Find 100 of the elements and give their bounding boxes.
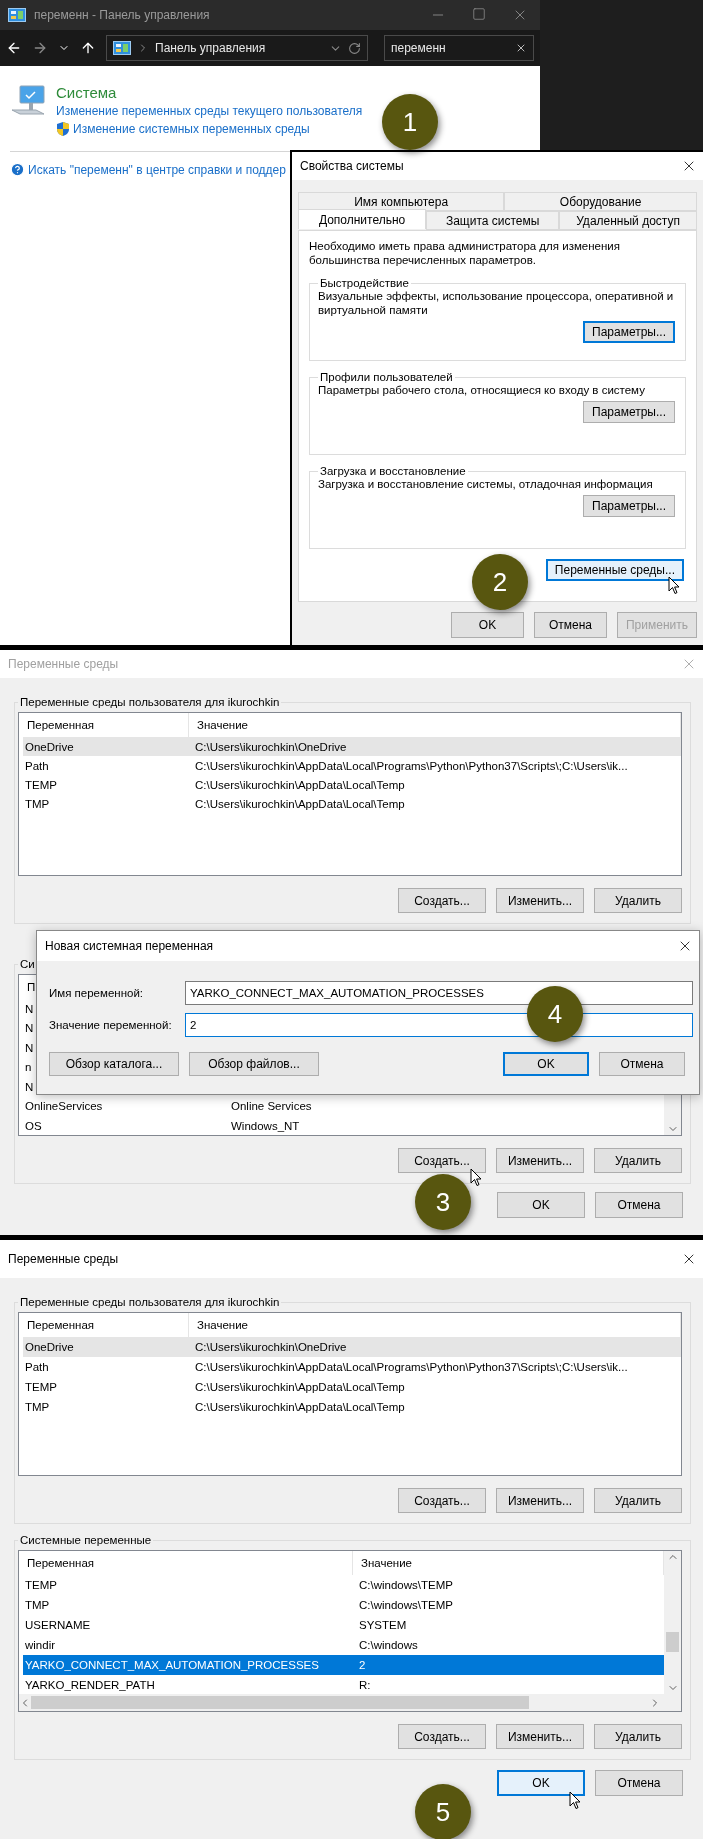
variable-name: TMP bbox=[24, 1401, 50, 1413]
dialog-button[interactable]: Параметры... bbox=[583, 401, 675, 423]
variable-name: OS bbox=[24, 1119, 42, 1132]
list-row[interactable]: TMP C:\Users\ikurochkin\AppData\Local\Temp bbox=[23, 794, 681, 813]
variable-value: C:\Users\ikurochkin\AppData\Local\Programs\Python\Python37\Scripts\;C:\Users\ik... bbox=[194, 1361, 628, 1373]
dialog-title: Новая системная переменная bbox=[45, 939, 214, 953]
refresh-icon[interactable] bbox=[348, 41, 361, 55]
group-title: Профили пользователей bbox=[319, 371, 454, 383]
list-row[interactable]: YARKO_CONNECT_MAX_AUTOMATION_PROCESSES 2 bbox=[23, 1655, 664, 1675]
address-bar[interactable]: Панель управления bbox=[106, 35, 368, 61]
variables-list[interactable] bbox=[18, 1312, 682, 1476]
variable-value: C:\Users\ikurochkin\AppData\Local\Programs\Python\Python37\Scripts\;C:\Users\ik... bbox=[194, 759, 628, 772]
variable-name: OnlineServices bbox=[24, 1100, 103, 1113]
list-row[interactable]: windir C:\windows bbox=[23, 1635, 664, 1655]
variable-value: Windows_NT bbox=[230, 1119, 300, 1132]
back-icon[interactable] bbox=[6, 40, 22, 56]
step-badge: 5 bbox=[415, 1784, 471, 1839]
dialog-button[interactable]: Обзор файлов... bbox=[189, 1052, 319, 1076]
dialog-button[interactable]: Удалить bbox=[594, 1724, 682, 1749]
result-title[interactable]: Система bbox=[56, 84, 363, 101]
scroll-thumb[interactable] bbox=[31, 1696, 529, 1709]
variable-value: Online Services bbox=[230, 1100, 312, 1113]
variable-name: OneDrive bbox=[24, 1341, 74, 1353]
dialog-button[interactable]: Создать... bbox=[398, 1724, 486, 1749]
dialog-button[interactable]: Переменные среды... bbox=[545, 559, 684, 581]
dialog-button[interactable]: OK bbox=[503, 1052, 589, 1076]
dialog-button[interactable]: Изменить... bbox=[496, 1488, 584, 1513]
variable-name: Path bbox=[24, 759, 49, 772]
list-row[interactable]: OS Windows_NT bbox=[23, 1116, 664, 1135]
group-title: Системные переменные bbox=[19, 1534, 153, 1546]
dialog-title: Свойства системы bbox=[300, 159, 404, 173]
variables-list[interactable] bbox=[18, 712, 682, 876]
variable-name: TMP bbox=[24, 797, 50, 810]
list-row[interactable]: USERNAME SYSTEM bbox=[23, 1615, 664, 1635]
clear-icon[interactable] bbox=[515, 42, 527, 54]
variable-name: TMP bbox=[24, 1599, 50, 1611]
dialog-button[interactable]: OK bbox=[451, 612, 524, 638]
dialog-button[interactable]: Отмена bbox=[595, 1192, 683, 1218]
tab[interactable]: Имя компьютера bbox=[298, 192, 505, 211]
dialog-button[interactable]: Параметры... bbox=[583, 321, 675, 343]
dialog-title: Переменные среды bbox=[8, 1252, 119, 1266]
variable-value: C:\Users\ikurochkin\AppData\Local\Temp bbox=[194, 778, 405, 791]
dialog-button[interactable]: Отмена bbox=[595, 1770, 683, 1796]
dialog-button[interactable]: OK bbox=[497, 1770, 585, 1796]
panel-icon bbox=[113, 41, 131, 55]
maximize-icon[interactable] bbox=[472, 7, 486, 21]
list-row[interactable]: TEMP C:\Users\ikurochkin\AppData\Local\Temp bbox=[23, 1377, 681, 1397]
variable-value: C:\Users\ikurochkin\AppData\Local\Temp bbox=[194, 797, 405, 810]
list-row[interactable]: TMP C:\Users\ikurochkin\AppData\Local\Temp bbox=[23, 1397, 681, 1417]
dialog-button[interactable]: Удалить bbox=[594, 1148, 682, 1173]
scroll-thumb[interactable] bbox=[666, 1632, 679, 1652]
dialog-button[interactable]: Удалить bbox=[594, 888, 682, 913]
list-row[interactable]: TMP C:\windows\TEMP bbox=[23, 1595, 664, 1615]
tab[interactable]: Удаленный доступ bbox=[559, 211, 697, 230]
variable-value: C:\Users\ikurochkin\OneDrive bbox=[194, 1341, 347, 1353]
variable-name: N bbox=[24, 1002, 34, 1015]
tab[interactable]: Дополнительно bbox=[298, 209, 427, 229]
dialog-button[interactable]: Создать... bbox=[398, 888, 486, 913]
variables-list[interactable]: Переменная Значение TEMP C:\windows\TEMP TMP C:\windows\TEMP USERNAME SYSTEM windir C:\windows YARKO_CONNECT_MAX_AUTOMATION_PROCESSES 2 YARKO_RENDER_PATH R: bbox=[18, 1550, 682, 1712]
tab[interactable]: Оборудование bbox=[504, 192, 697, 211]
dialog-button[interactable]: Обзор каталога... bbox=[49, 1052, 179, 1076]
dialog-button[interactable]: Удалить bbox=[594, 1488, 682, 1513]
horizontal-scrollbar[interactable] bbox=[19, 1694, 681, 1711]
list-row[interactable]: OneDrive C:\Users\ikurochkin\OneDrive bbox=[23, 1337, 681, 1357]
list-row[interactable]: Path C:\Users\ikurochkin\AppData\Local\Programs\Python\Python37\Scripts\;C:\Users\ik... bbox=[23, 756, 681, 775]
help-link[interactable]: Искать "переменн" в центре справки и поддер bbox=[28, 162, 286, 177]
list-row[interactable]: TEMP C:\windows\TEMP bbox=[23, 1575, 664, 1595]
dialog-button[interactable]: Создать... bbox=[398, 1148, 486, 1173]
list-row[interactable]: Path C:\Users\ikurochkin\AppData\Local\Programs\Python\Python37\Scripts\;C:\Users\ik... bbox=[23, 1357, 681, 1377]
search-field[interactable]: переменн bbox=[384, 35, 534, 61]
dialog-button[interactable]: Параметры... bbox=[583, 495, 675, 517]
variable-value: C:\windows bbox=[358, 1639, 418, 1651]
variable-name: TEMP bbox=[24, 1579, 57, 1591]
column-header[interactable]: Переменная bbox=[19, 1551, 353, 1575]
dialog-button[interactable]: Изменить... bbox=[496, 888, 584, 913]
admin-note: Необходимо иметь права администратора для изменения большинства перечисленных параметров. bbox=[309, 239, 621, 267]
dialog-button[interactable]: Отмена bbox=[599, 1052, 685, 1076]
dialog-button[interactable]: Изменить... bbox=[496, 1724, 584, 1749]
address-text: Панель управления bbox=[155, 41, 267, 55]
dialog-button[interactable]: Изменить... bbox=[496, 1148, 584, 1173]
forward-icon[interactable] bbox=[32, 40, 48, 56]
list-row[interactable]: YARKO_RENDER_PATH R: bbox=[23, 1675, 664, 1695]
settings-link[interactable]: Изменение переменных среды текущего пользователя bbox=[56, 104, 363, 118]
settings-link[interactable]: Изменение системных переменных среды bbox=[73, 122, 310, 136]
group-title: Переменные среды пользователя для ikurochkin bbox=[19, 1296, 281, 1308]
tab[interactable]: Защита системы bbox=[426, 211, 560, 230]
up-icon[interactable] bbox=[80, 40, 96, 56]
variable-name: Path bbox=[24, 1361, 49, 1373]
variable-name: TEMP bbox=[24, 1381, 57, 1393]
list-row[interactable]: TEMP C:\Users\ikurochkin\AppData\Local\Temp bbox=[23, 775, 681, 794]
vertical-scrollbar[interactable] bbox=[664, 1551, 681, 1694]
dialog-button[interactable]: Отмена bbox=[534, 612, 607, 638]
dialog-button[interactable]: Создать... bbox=[398, 1488, 486, 1513]
help-icon bbox=[10, 162, 25, 177]
variable-name: YARKO_RENDER_PATH bbox=[24, 1679, 155, 1691]
list-row[interactable]: OnlineServices Online Services bbox=[23, 1096, 664, 1116]
dialog-button[interactable]: OK bbox=[497, 1192, 585, 1218]
list-row[interactable]: OneDrive C:\Users\ikurochkin\OneDrive bbox=[23, 737, 681, 756]
input-field[interactable]: YARKO_CONNECT_MAX_AUTOMATION_PROCESSES bbox=[185, 981, 693, 1005]
group-title: Переменные среды пользователя для ikurochkin bbox=[19, 696, 281, 708]
